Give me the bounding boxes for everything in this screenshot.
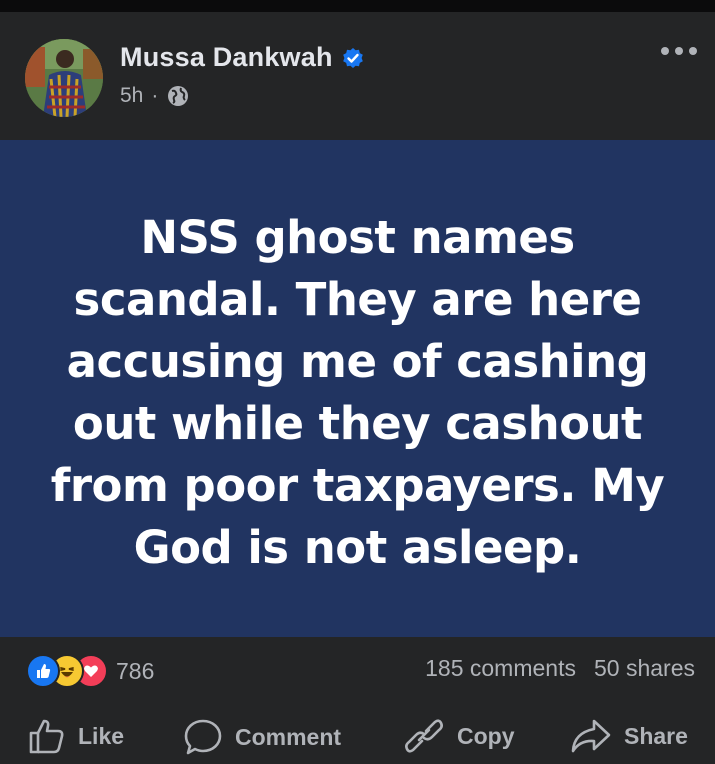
comment-button[interactable]: Comment	[183, 718, 341, 756]
reactions-summary[interactable]: 786	[26, 654, 154, 688]
share-label: Share	[624, 722, 688, 749]
verified-badge-icon	[341, 46, 365, 70]
copy-button[interactable]: Copy	[405, 718, 515, 754]
author-name[interactable]: Mussa Dankwah	[120, 42, 333, 73]
like-button[interactable]: Like	[28, 718, 124, 754]
thumbs-up-icon	[29, 719, 64, 754]
avatar-photo	[25, 39, 103, 117]
meta-separator: ·	[151, 84, 159, 107]
copy-label: Copy	[457, 722, 515, 749]
like-reaction-icon	[26, 654, 60, 688]
author-row: Mussa Dankwah	[120, 42, 365, 73]
post-card: Mussa Dankwah 5h · NSS ghost names scand…	[0, 12, 715, 764]
post-header: Mussa Dankwah 5h ·	[0, 12, 715, 138]
comments-count[interactable]: 185 comments	[425, 655, 576, 682]
comment-label: Comment	[235, 723, 342, 750]
post-time[interactable]: 5h	[120, 84, 143, 108]
like-label: Like	[78, 722, 125, 749]
share-button[interactable]: Share	[570, 718, 688, 754]
comment-bubble-icon	[184, 719, 222, 755]
post-meta: 5h ·	[120, 84, 190, 108]
reaction-count: 786	[116, 657, 155, 684]
more-options-icon[interactable]	[659, 42, 699, 60]
link-icon	[405, 719, 443, 753]
post-stats: 786 185 comments 50 shares	[0, 640, 715, 700]
engagement-counts: 185 comments 50 shares	[425, 655, 695, 682]
globe-icon[interactable]	[166, 84, 190, 108]
author-avatar[interactable]	[25, 39, 103, 117]
shares-count[interactable]: 50 shares	[594, 655, 695, 682]
action-bar: Like Comment Copy Share	[0, 712, 715, 764]
post-text: NSS ghost names scandal. They are here a…	[50, 210, 665, 574]
share-arrow-icon	[571, 719, 611, 753]
post-content[interactable]: NSS ghost names scandal. They are here a…	[0, 140, 715, 637]
